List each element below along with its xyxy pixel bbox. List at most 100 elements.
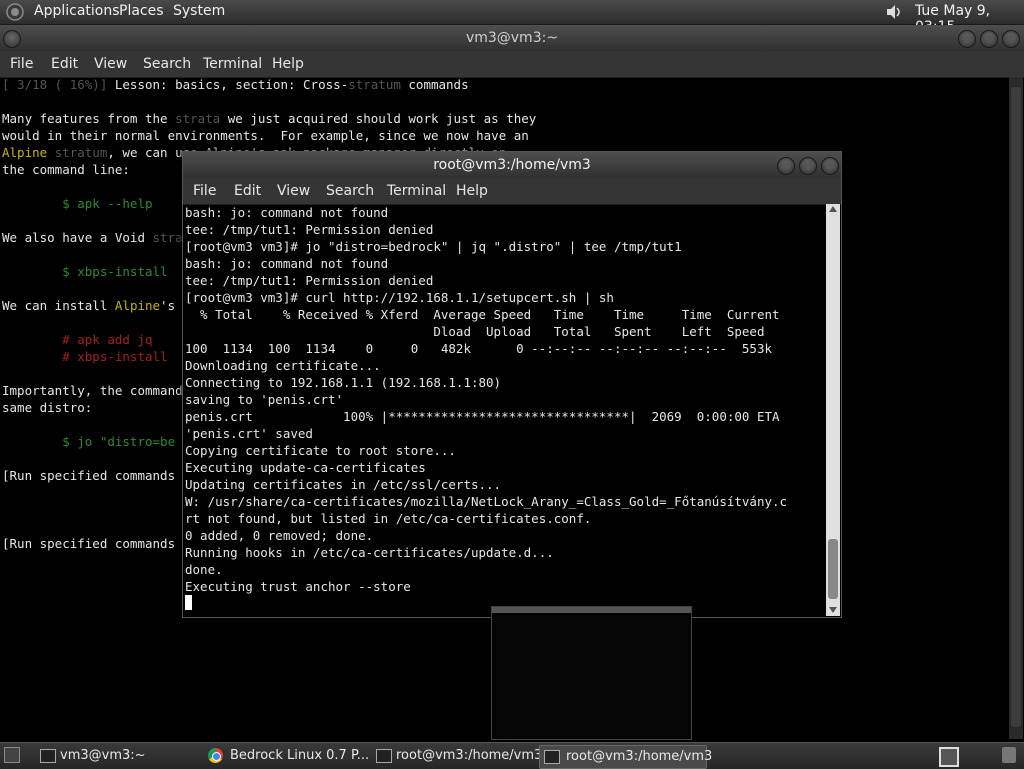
terminal-text: We also have a Void: [2, 230, 153, 245]
text-cursor: [185, 595, 192, 610]
terminal-line: penis.crt 100% |************************…: [185, 409, 780, 424]
menu-view[interactable]: View: [277, 183, 310, 199]
minimize-button[interactable]: [777, 157, 795, 175]
terminal-text: Importantly, the command: [2, 383, 183, 398]
terminal-text: [Run specified commands: [2, 468, 176, 483]
window-title: vm3@vm3:~: [465, 30, 559, 46]
terminal-line: % Total % Received % Xferd Average Speed…: [185, 307, 780, 322]
terminal-line: Many features from the strata we just ac…: [2, 110, 1007, 127]
terminal-icon: [376, 749, 392, 763]
terminal-text: # xbps-install: [2, 349, 168, 364]
terminal-line: Running hooks in /etc/ca-certificates/up…: [185, 545, 554, 560]
scrollbar[interactable]: [826, 204, 840, 616]
menu-search[interactable]: Search: [326, 183, 374, 199]
terminal-text: same distro:: [2, 400, 93, 415]
scrollbar-thumb[interactable]: [828, 539, 838, 599]
terminal-icon: [544, 750, 560, 764]
terminal-text: Alpine: [114, 298, 161, 313]
scroll-up-icon[interactable]: [829, 206, 837, 212]
terminal-line: Dload Upload Total Spent Left Speed: [185, 324, 765, 339]
menu-help[interactable]: Help: [272, 56, 304, 72]
task-label: Bedrock Linux 0.7 P...: [230, 748, 370, 763]
menu-search[interactable]: Search: [143, 56, 191, 72]
terminal-output[interactable]: bash: jo: command not found tee: /tmp/tut…: [185, 204, 825, 616]
terminal-line: 0 added, 0 removed; done.: [185, 528, 374, 543]
terminal-line: Connecting to 192.168.1.1 (192.168.1.1:8…: [185, 375, 502, 390]
task-label: root@vm3:/home/vm3: [396, 748, 543, 763]
minimize-button[interactable]: [958, 30, 976, 48]
workspace-switcher-icon[interactable]: [939, 747, 959, 767]
terminal-text: stratum: [54, 145, 108, 160]
window-titlebar[interactable]: root@vm3:/home/vm3: [183, 152, 841, 178]
terminal-line: Copying certificate to root store...: [185, 443, 456, 458]
terminal-line: rt not found, but listed in /etc/ca-cert…: [185, 511, 592, 526]
places-menu[interactable]: Places: [119, 3, 164, 19]
terminal-text: strata: [175, 111, 221, 126]
terminal-text: the command line:: [2, 162, 130, 177]
terminal-text: # apk add jq: [2, 332, 153, 347]
menu-terminal[interactable]: Terminal: [203, 56, 262, 72]
volume-icon[interactable]: [884, 2, 904, 22]
terminal-window-root[interactable]: root@vm3:/home/vm3 File Edit View Search…: [182, 151, 842, 618]
terminal-text: commands: [400, 77, 469, 92]
system-menu[interactable]: System: [173, 3, 225, 19]
task-button-active[interactable]: root@vm3:/home/vm3: [539, 745, 712, 769]
applications-menu[interactable]: Applications: [34, 3, 120, 19]
menu-edit[interactable]: Edit: [51, 56, 78, 72]
maximize-button[interactable]: [980, 30, 998, 48]
terminal-line: Executing trust anchor --store: [185, 579, 411, 594]
maximize-button[interactable]: [799, 157, 817, 175]
terminal-text: [Run specified commands: [2, 536, 176, 551]
terminal-line: 100 1134 100 1134 0 0 482k 0 --:--:-- --…: [185, 341, 772, 356]
menu-file[interactable]: File: [193, 183, 216, 199]
terminal-line: done.: [185, 562, 223, 577]
task-label: root@vm3:/home/vm3: [566, 749, 713, 764]
menubar: File Edit View Search Terminal Help: [0, 51, 1024, 78]
task-button[interactable]: vm3@vm3:~: [36, 745, 196, 767]
terminal-icon: [40, 749, 56, 763]
terminal-line: Updating certificates in /etc/ssl/certs.…: [185, 477, 502, 492]
terminal-line: tee: /tmp/tut1: Permission denied: [185, 222, 434, 237]
terminal-text: Many features from the: [2, 111, 176, 126]
terminal-text: 's: [160, 298, 176, 313]
terminal-line: [root@vm3 vm3]# curl http://192.168.1.1/…: [185, 290, 614, 305]
task-button[interactable]: Bedrock Linux 0.7 P...: [204, 745, 369, 767]
scrollbar-thumb[interactable]: [1011, 87, 1021, 727]
terminal-text: Lesson: basics, section: Cross-: [107, 77, 349, 92]
terminal-text: $ xbps-install: [2, 264, 168, 279]
window-titlebar[interactable]: vm3@vm3:~: [0, 25, 1024, 51]
terminal-text: [ 3/18 ( 16%)]: [2, 77, 108, 92]
chrome-icon: [208, 748, 223, 763]
bottom-panel: vm3@vm3:~ Bedrock Linux 0.7 P... root@vm…: [0, 742, 1024, 769]
terminal-line: would in their normal environments. For …: [2, 127, 1007, 144]
terminal-line: tee: /tmp/tut1: Permission denied: [185, 273, 434, 288]
terminal-text: $ apk --help: [2, 196, 153, 211]
gnome-foot-icon[interactable]: [5, 2, 25, 22]
terminal-text: would in their normal environments. For …: [2, 128, 529, 143]
show-desktop-icon[interactable]: [4, 747, 20, 763]
terminal-line: saving to 'penis.crt': [185, 392, 344, 407]
top-panel: Applications Places System Tue May 9, 03…: [0, 0, 1024, 35]
trash-icon[interactable]: [1002, 747, 1016, 763]
menu-help[interactable]: Help: [456, 183, 488, 199]
close-button[interactable]: [821, 157, 839, 175]
menu-edit[interactable]: Edit: [234, 183, 261, 199]
menu-view[interactable]: View: [94, 56, 127, 72]
scrollbar[interactable]: [1009, 77, 1023, 739]
menu-terminal[interactable]: Terminal: [387, 183, 446, 199]
scroll-down-icon[interactable]: [829, 607, 837, 613]
preview-menubar: [492, 607, 691, 613]
window-preview-thumbnail[interactable]: [491, 606, 692, 740]
terminal-line: [root@vm3 vm3]# jo "distro=bedrock" | jq…: [185, 239, 682, 254]
terminal-text: $ jo "distro=be: [2, 434, 176, 449]
task-button[interactable]: root@vm3:/home/vm3: [372, 745, 542, 767]
menubar: File Edit View Search Terminal Help: [183, 178, 841, 205]
menu-file[interactable]: File: [10, 56, 33, 72]
terminal-line: [ 3/18 ( 16%)] Lesson: basics, section: …: [2, 76, 1007, 93]
terminal-line: Downloading certificate...: [185, 358, 381, 373]
terminal-line: 'penis.crt' saved: [185, 426, 313, 441]
close-button[interactable]: [1002, 30, 1020, 48]
terminal-text: stratum: [348, 77, 401, 92]
